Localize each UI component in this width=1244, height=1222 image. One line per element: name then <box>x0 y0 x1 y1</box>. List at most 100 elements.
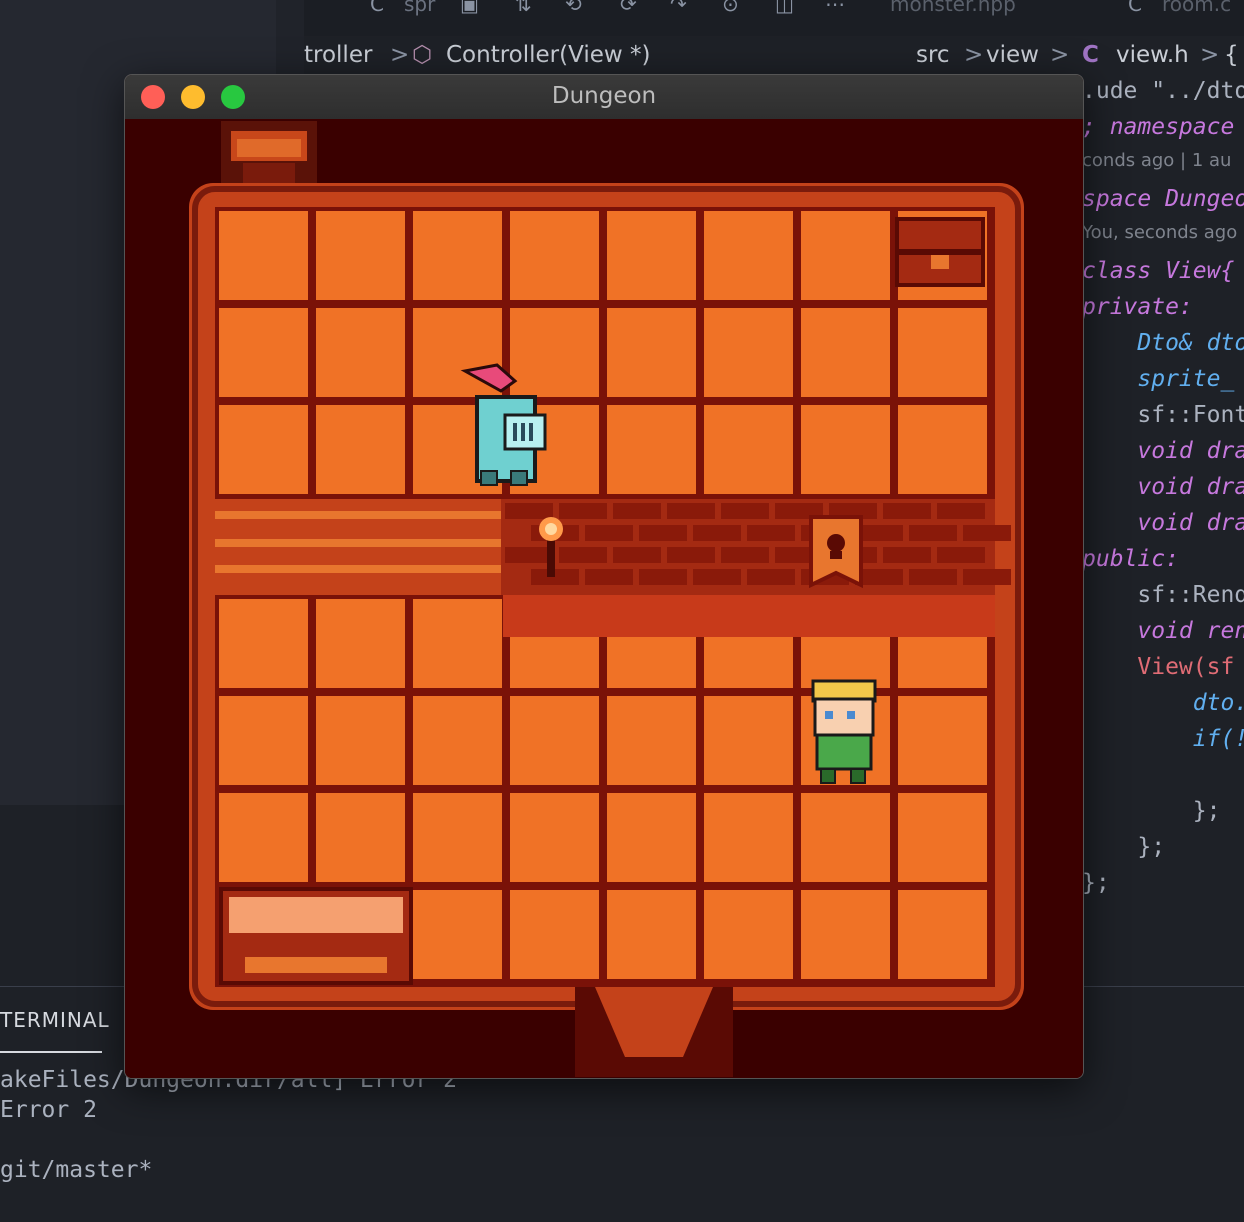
git-icon[interactable]: ⊙ <box>722 0 739 16</box>
split-editor-icon[interactable]: ◫ <box>775 0 794 16</box>
brick <box>613 503 661 519</box>
breadcrumb-item[interactable]: src <box>916 42 950 68</box>
breadcrumb-item[interactable]: view <box>986 42 1039 68</box>
more-icon[interactable]: ⋯ <box>825 0 845 16</box>
brick <box>963 569 1011 585</box>
chevron-right-icon: > <box>964 42 984 68</box>
brick <box>883 503 931 519</box>
code-line: }; <box>1082 870 1110 896</box>
brick <box>585 569 633 585</box>
torch <box>547 537 555 577</box>
breadcrumb-item[interactable]: Controller(View *) <box>446 42 650 68</box>
chevron-right-icon: > <box>1200 42 1220 68</box>
brick <box>937 503 985 519</box>
breadcrumb-item[interactable]: view.h <box>1116 42 1189 68</box>
brick <box>937 547 985 563</box>
code-line: .ude "../dto <box>1082 78 1244 104</box>
brick <box>639 525 687 541</box>
floor-tile <box>607 890 696 979</box>
refresh-icon[interactable]: ⟳ <box>620 0 637 16</box>
floor-tile <box>898 308 987 397</box>
c-file-icon: C <box>370 0 384 16</box>
floor-tile <box>607 793 696 882</box>
floor-tile <box>801 211 890 300</box>
floor-tile <box>219 696 308 785</box>
code-line: class View{ <box>1082 258 1235 284</box>
floor-tile <box>510 890 599 979</box>
editor-tab-3[interactable]: room.c <box>1162 0 1231 16</box>
code-line: space Dungeo <box>1082 186 1244 212</box>
code-line: sf::Rend <box>1082 582 1244 608</box>
floor-tile <box>219 599 308 688</box>
floor-tile <box>898 890 987 979</box>
brick <box>667 503 715 519</box>
dungeon-scene <box>189 121 1024 1077</box>
code-line: void dra <box>1082 510 1244 536</box>
wall-shadow <box>503 595 995 637</box>
floor-tile <box>704 696 793 785</box>
brick <box>747 569 795 585</box>
code-line: void dra <box>1082 438 1244 464</box>
floor-tile <box>413 890 502 979</box>
floor-tile <box>898 696 987 785</box>
floor-tile <box>607 211 696 300</box>
floor-tile <box>413 211 502 300</box>
floor-tile <box>316 599 405 688</box>
code-line: You, seconds ago <box>1082 222 1238 243</box>
c-file-icon-2: C <box>1128 0 1142 16</box>
brick <box>585 525 633 541</box>
floor-tile <box>801 793 890 882</box>
code-line: conds ago | 1 au <box>1082 150 1232 171</box>
game-viewport[interactable] <box>125 119 1083 1078</box>
chevron-right-icon: > <box>390 42 410 68</box>
floor-tile <box>607 405 696 494</box>
brick <box>883 547 931 563</box>
floor-tile <box>219 211 308 300</box>
brick <box>639 569 687 585</box>
window-title: Dungeon <box>551 83 657 109</box>
breadcrumb-item[interactable]: { <box>1224 42 1239 68</box>
floor-tile <box>316 405 405 494</box>
window-titlebar[interactable]: Dungeon <box>125 75 1083 120</box>
editor-tab-2[interactable]: monster.hpp <box>890 0 1016 16</box>
go-forward-icon[interactable]: ↷ <box>670 0 687 16</box>
compare-icon[interactable]: ⇅ <box>515 0 532 16</box>
floor-tile <box>801 308 890 397</box>
floor-tile <box>413 696 502 785</box>
floor-tile <box>219 308 308 397</box>
brick <box>559 503 607 519</box>
hero-character <box>811 679 877 784</box>
brick <box>909 525 957 541</box>
floor-tile <box>898 793 987 882</box>
floor-tile <box>316 696 405 785</box>
tab-terminal[interactable]: TERMINAL <box>0 1008 110 1032</box>
floor-tile <box>607 308 696 397</box>
code-line: void dra <box>1082 474 1244 500</box>
editor-tab-1[interactable]: spr <box>404 0 435 16</box>
breadcrumb: troller > ⬡ Controller(View *) src > vie… <box>304 36 1244 76</box>
brick <box>963 525 1011 541</box>
code-line: View(sf <box>1082 654 1235 680</box>
code-line: }; <box>1082 798 1221 824</box>
brick <box>721 503 769 519</box>
floor-tile <box>219 793 308 882</box>
floor-tile <box>413 599 502 688</box>
game-window[interactable]: Dungeon <box>124 74 1084 1079</box>
floor-tile <box>801 890 890 979</box>
floor-tile <box>219 405 308 494</box>
breadcrumb-item[interactable]: troller <box>304 42 372 68</box>
code-line: void ren <box>1082 618 1244 644</box>
brick <box>667 547 715 563</box>
brick <box>747 525 795 541</box>
active-tab-indicator <box>0 1051 102 1053</box>
go-back-icon[interactable]: ⟲ <box>565 0 582 16</box>
toolbar-icon[interactable]: ▣ <box>460 0 479 16</box>
brick <box>559 547 607 563</box>
code-line: sprite_ <box>1082 366 1235 392</box>
floor-tile <box>316 211 405 300</box>
brick <box>613 547 661 563</box>
code-editor[interactable]: .ude "../dto ; namespace conds ago | 1 au s… <box>1082 76 1244 986</box>
floor-tile <box>704 308 793 397</box>
floor-tile <box>316 308 405 397</box>
cube-icon: ⬡ <box>412 42 433 68</box>
